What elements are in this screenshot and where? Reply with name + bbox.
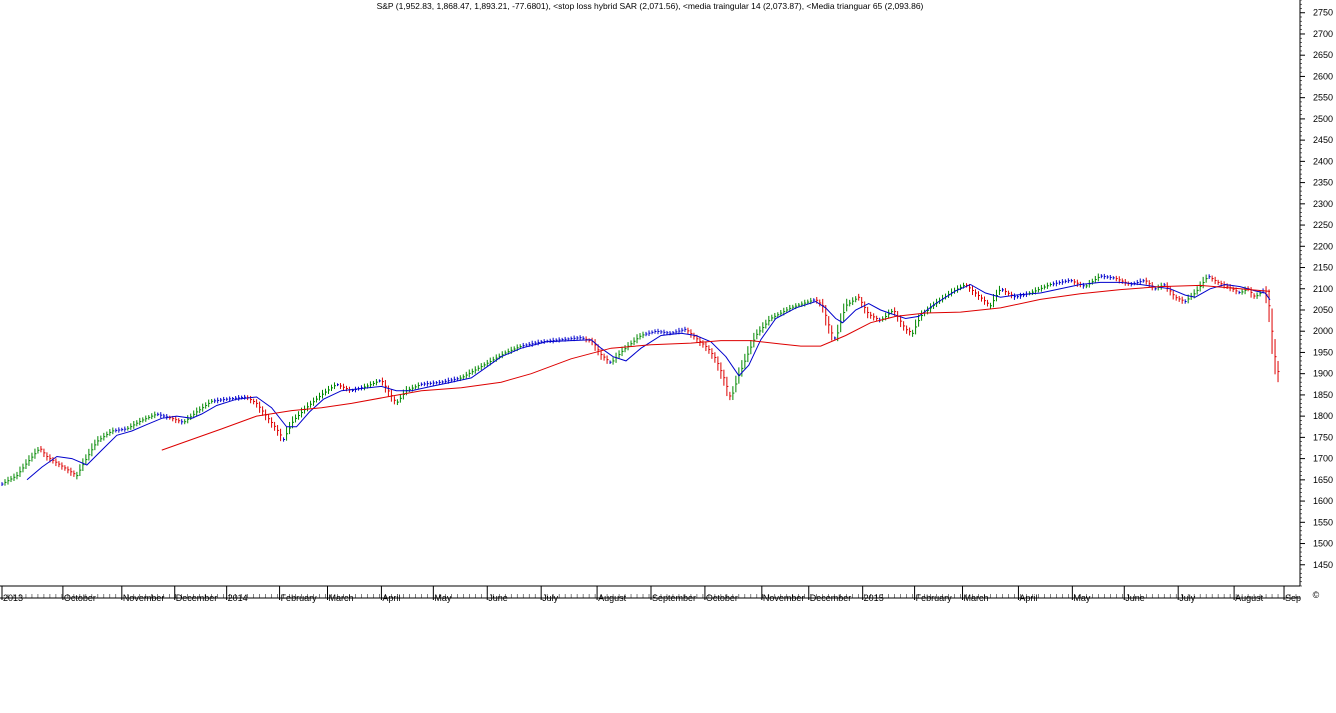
y-tick-label: 1700 [1313,454,1333,464]
y-tick-label: 2450 [1313,135,1333,145]
y-tick-label: 1650 [1313,475,1333,485]
chart-title: S&P (1,952.83, 1,868.47, 1,893.21, -77.6… [377,1,924,11]
y-tick-label: 2650 [1313,50,1333,60]
y-tick-label: 2350 [1313,178,1333,188]
chart: S&P (1,952.83, 1,868.47, 1,893.21, -77.6… [0,0,1336,708]
axes: 1450 1500 1550 1600 1650 1700 1750 1800 1850 1900… [0,0,1333,603]
y-tick-label: 2600 [1313,71,1333,81]
y-tick-label: 2500 [1313,114,1333,124]
y-tick-label: 2550 [1313,93,1333,103]
y-tick-label: 2150 [1313,263,1333,273]
copyright-icon: © [1313,590,1320,600]
y-tick-label: 2200 [1313,241,1333,251]
y-tick-label: 1750 [1313,432,1333,442]
y-tick-label: 1450 [1313,560,1333,570]
series-line [26,281,1271,481]
y-tick-label: 2750 [1313,8,1333,18]
y-tick-label: 1900 [1313,369,1333,379]
y-tick-label: 1550 [1313,517,1333,527]
y-tick-label: 2000 [1313,326,1333,336]
y-tick-label: 1800 [1313,411,1333,421]
y-tick-label: 2300 [1313,199,1333,209]
y-tick-label: 1600 [1313,496,1333,506]
y-tick-label: 1950 [1313,347,1333,357]
y-tick-label: 2100 [1313,284,1333,294]
plot-area [1,273,1280,487]
y-tick-label: 1850 [1313,390,1333,400]
y-tick-label: 2250 [1313,220,1333,230]
y-tick-label: 2700 [1313,29,1333,39]
y-tick-label: 1500 [1313,539,1333,549]
series-line [161,284,1271,451]
chart-svg: S&P (1,952.83, 1,868.47, 1,893.21, -77.6… [0,0,1333,603]
y-tick-label: 2400 [1313,156,1333,166]
y-tick-label: 2050 [1313,305,1333,315]
